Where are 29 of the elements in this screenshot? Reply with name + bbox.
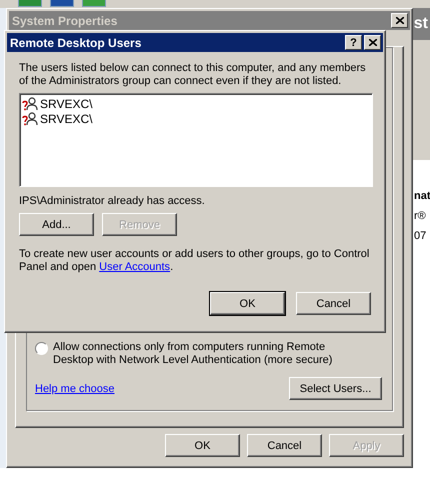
radio-button[interactable] — [35, 342, 48, 355]
close-button[interactable] — [391, 13, 408, 28]
dialog-button[interactable]: OK — [165, 434, 240, 457]
dialog-button[interactable]: OK — [210, 292, 285, 315]
close-icon — [368, 39, 376, 46]
dialog-button[interactable]: Add... — [19, 213, 94, 236]
window-title: System Properties — [12, 14, 118, 28]
user-item[interactable]: SRVEXC\ — [40, 97, 92, 111]
user-question-icon — [22, 97, 38, 111]
user-accounts-link[interactable]: User Accounts — [99, 261, 170, 273]
help-button[interactable]: ? — [345, 35, 362, 50]
intro-text: The users listed below can connect to this computer, and any members of the Administrators group can connect even if they are not listed. — [19, 62, 367, 88]
window-title: st — [414, 15, 428, 33]
radio-label: Allow connections only from computers running Remote Desktop with Network Level Authentication (more secure) — [53, 341, 334, 367]
info-text: To create new user accounts or add users to other groups, go to Control Panel and open User Accounts. — [19, 248, 370, 274]
access-note: IPS\Administrator already has access. — [19, 195, 206, 208]
user-question-icon — [22, 112, 38, 126]
dialog-button[interactable]: Cancel — [296, 292, 371, 315]
window-text: r® — [414, 210, 427, 222]
help-link[interactable]: Help me choose — [35, 382, 114, 394]
close-button[interactable] — [364, 35, 381, 50]
window-title: Remote Desktop Users — [10, 36, 142, 50]
dialog-button[interactable]: Cancel — [247, 434, 322, 457]
window-text: 07 — [414, 230, 428, 242]
select-users-button[interactable]: Select Users... — [289, 377, 382, 400]
user-item[interactable]: SRVEXC\ — [40, 112, 92, 126]
close-icon — [396, 17, 404, 24]
window-text: nat — [414, 190, 430, 202]
toolbar-icon[interactable] — [50, 0, 74, 7]
